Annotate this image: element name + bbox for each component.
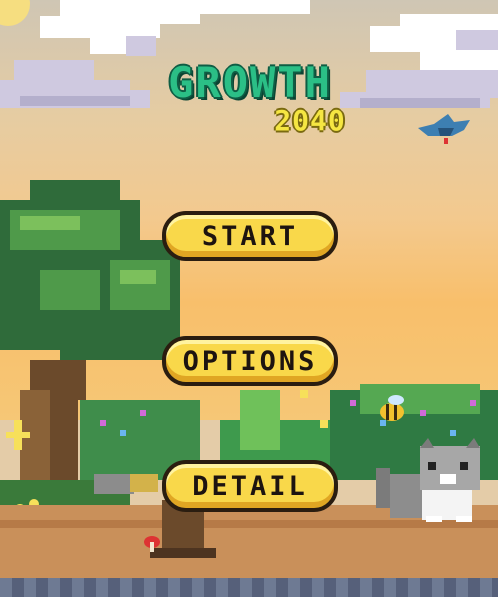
detail-button-label: DETAIL [192,470,308,502]
options-button[interactable]: OPTIONS [162,336,338,386]
detail-button[interactable]: DETAIL [162,460,338,512]
cat-icon [376,438,480,522]
start-button-label: START [201,220,299,252]
stone-border [0,578,498,597]
start-button[interactable]: START [162,211,338,261]
bird-icon [418,114,470,144]
game-title: GROWTH [168,58,332,107]
game-year-subtitle: 2040 [274,104,346,137]
options-button-label: OPTIONS [182,345,318,377]
title-screen: GROWTH 2040 START OPTIONS DETAIL [0,0,498,597]
